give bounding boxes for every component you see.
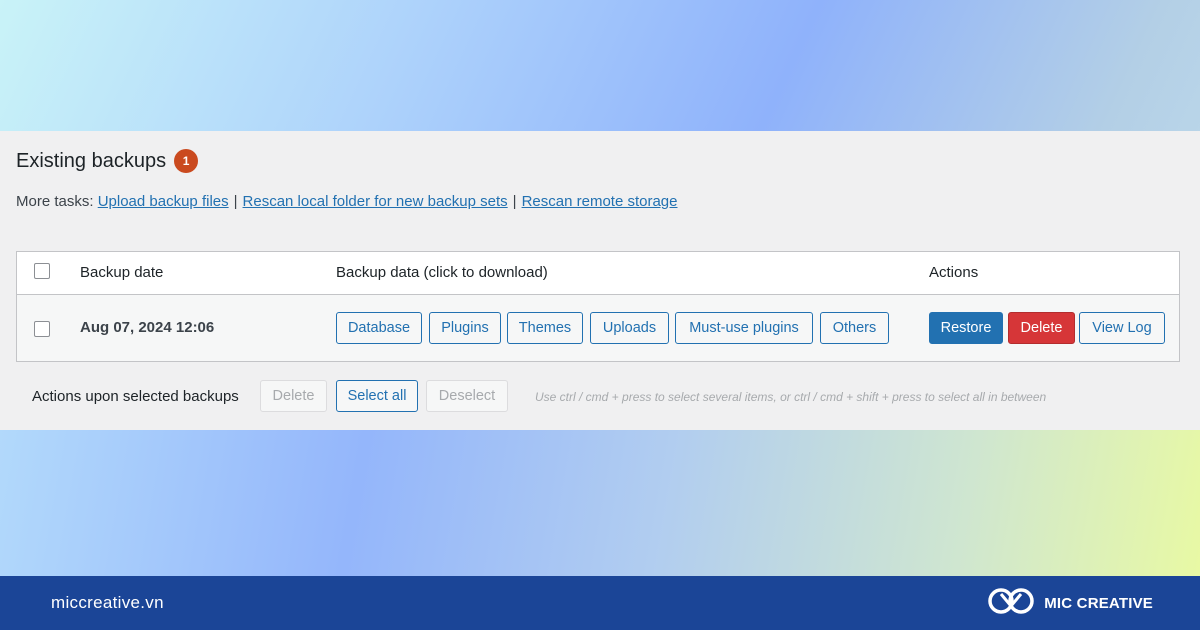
table-row: Aug 07, 2024 12:06 Database Plugins Them… [17,295,1179,361]
table-header: Backup date Backup data (click to downlo… [17,252,1179,295]
select-all-checkbox[interactable] [34,263,50,279]
separator: | [233,193,238,210]
download-must-use-plugins-button[interactable]: Must-use plugins [675,312,813,344]
bulk-delete-button[interactable]: Delete [260,380,327,412]
select-all-button[interactable]: Select all [336,380,418,412]
section-title: Existing backups [16,149,167,172]
more-tasks: More tasks: Upload backup files | Rescan l… [16,193,678,210]
rescan-local-folder-link[interactable]: Rescan local folder for new backup sets [243,193,508,210]
row-checkbox[interactable] [34,321,50,337]
header-backup-date: Backup date [80,264,164,281]
more-tasks-label: More tasks: [16,193,94,210]
header-actions: Actions [929,264,979,281]
upload-backup-files-link[interactable]: Upload backup files [98,193,229,210]
deselect-button[interactable]: Deselect [426,380,508,412]
download-themes-button[interactable]: Themes [507,312,583,344]
download-database-button[interactable]: Database [336,312,422,344]
selection-hint: Use ctrl / cmd + press to select several… [535,390,1047,404]
backups-table: Backup date Backup data (click to downlo… [16,251,1180,362]
section-heading: Existing backups 1 [16,148,199,174]
brand: MIC CREATIVE [986,587,1153,619]
delete-button[interactable]: Delete [1008,312,1075,344]
mic-logo-icon [986,586,1036,621]
view-log-button[interactable]: View Log [1079,312,1165,344]
download-others-button[interactable]: Others [820,312,889,344]
header-backup-data: Backup data (click to download) [336,264,548,281]
footer-bar: miccreative.vn MIC CREATIVE [0,576,1200,630]
bulk-actions-label: Actions upon selected backups [32,388,239,405]
restore-button[interactable]: Restore [929,312,1003,344]
rescan-remote-storage-link[interactable]: Rescan remote storage [522,193,678,210]
backup-count-badge: 1 [174,149,199,173]
site-url: miccreative.vn [51,593,164,612]
background-gradient [0,430,1200,576]
brand-name: MIC CREATIVE [1044,594,1153,612]
download-plugins-button[interactable]: Plugins [429,312,501,344]
download-uploads-button[interactable]: Uploads [590,312,669,344]
separator: | [512,193,517,210]
backup-date: Aug 07, 2024 12:06 [80,319,215,336]
